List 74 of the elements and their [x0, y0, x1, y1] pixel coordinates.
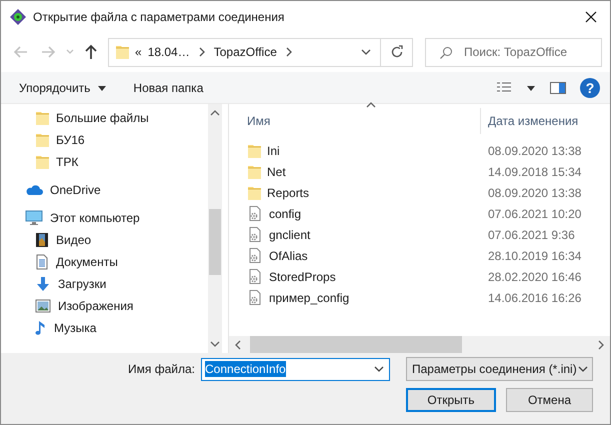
window-title: Открытие файла с параметрами соединения — [33, 10, 286, 24]
folder-icon — [115, 44, 129, 60]
file-date: 14.09.2018 15:34 — [488, 164, 582, 178]
file-date: 07.06.2021 10:20 — [488, 206, 582, 220]
app-logo-icon — [9, 8, 27, 26]
settings-file-icon — [247, 289, 263, 306]
nav-item[interactable]: Музыка — [13, 317, 208, 339]
document-icon — [35, 254, 49, 270]
settings-file-icon — [247, 268, 263, 285]
file-date: 28.10.2019 16:34 — [488, 248, 582, 262]
view-options-icon[interactable] — [496, 80, 512, 94]
address-bar[interactable]: « 18.04… TopazOffice — [108, 38, 380, 66]
file-name[interactable]: gnclient — [269, 228, 310, 242]
nav-item[interactable]: Изображения — [13, 295, 208, 317]
scrollbar-thumb[interactable] — [209, 209, 221, 275]
file-type-dropdown[interactable]: Параметры соединения (*.ini) — [406, 357, 593, 381]
open-button[interactable]: Открыть — [406, 388, 496, 412]
nav-item[interactable]: Большие файлы — [13, 107, 208, 129]
settings-file-icon — [247, 247, 263, 264]
breadcrumb[interactable]: TopazOffice — [214, 45, 277, 59]
new-folder-button[interactable]: Новая папка — [123, 76, 214, 98]
file-name-field[interactable]: ConnectionInfo — [201, 358, 390, 380]
close-icon[interactable] — [584, 10, 598, 24]
nav-item[interactable]: Видео — [13, 229, 208, 251]
file-name[interactable]: Reports — [267, 186, 310, 200]
file-date: 08.09.2020 13:38 — [488, 186, 582, 200]
nav-item[interactable]: OneDrive — [13, 179, 208, 201]
folder-icon — [35, 132, 49, 148]
folder-icon — [35, 110, 49, 126]
scrollbar[interactable] — [208, 104, 222, 353]
file-name[interactable]: пример_config — [269, 290, 350, 304]
file-name[interactable]: OfAlias — [269, 248, 308, 262]
folder-icon — [247, 142, 261, 158]
down-arrow-icon — [35, 276, 51, 292]
search-icon — [439, 46, 453, 60]
scrollbar[interactable] — [229, 336, 610, 353]
nav-item[interactable]: ТРК — [13, 151, 208, 173]
file-date: 28.02.2020 16:46 — [488, 270, 582, 284]
nav-item[interactable]: Документы — [13, 251, 208, 273]
folder-icon — [247, 184, 261, 200]
cloud-icon — [25, 184, 43, 196]
column-header[interactable]: Имя — [229, 108, 481, 134]
file-date: 07.06.2021 9:36 — [488, 228, 575, 242]
caret-icon[interactable] — [526, 84, 536, 92]
preview-pane-icon[interactable] — [550, 80, 566, 94]
scrollbar-thumb[interactable] — [250, 336, 462, 353]
file-name-label: Имя файла: — [128, 362, 195, 376]
picture-icon — [35, 299, 51, 313]
nav-item[interactable]: Загрузки — [13, 273, 208, 295]
breadcrumb[interactable]: « — [135, 45, 142, 59]
film-icon — [35, 232, 49, 248]
column-header[interactable]: Дата изменения — [481, 114, 578, 128]
organize-button[interactable]: Упорядочить — [9, 76, 118, 98]
file-name[interactable]: config — [269, 206, 302, 220]
nav-item[interactable]: БУ16 — [13, 129, 208, 151]
cancel-button[interactable]: Отмена — [506, 388, 593, 412]
file-name[interactable]: Ini — [267, 144, 280, 158]
monitor-icon — [25, 210, 43, 226]
help-button[interactable]: ? — [580, 78, 600, 98]
refresh-icon — [390, 45, 404, 59]
folder-icon — [247, 164, 261, 180]
settings-file-icon — [247, 205, 263, 222]
settings-file-icon — [247, 226, 263, 243]
file-name[interactable]: Net — [267, 164, 286, 178]
file-name[interactable]: StoredProps — [269, 270, 336, 284]
caret-icon — [97, 84, 108, 92]
file-date: 08.09.2020 13:38 — [488, 144, 582, 158]
file-date: 14.06.2016 16:26 — [488, 290, 582, 304]
nav-item[interactable]: Этот компьютер — [13, 207, 208, 229]
search-field[interactable]: Поиск: TopazOffice — [425, 38, 602, 66]
music-note-icon — [35, 320, 47, 336]
breadcrumb[interactable]: 18.04… — [148, 45, 190, 59]
refresh-button[interactable] — [380, 38, 413, 66]
folder-icon — [35, 154, 49, 170]
